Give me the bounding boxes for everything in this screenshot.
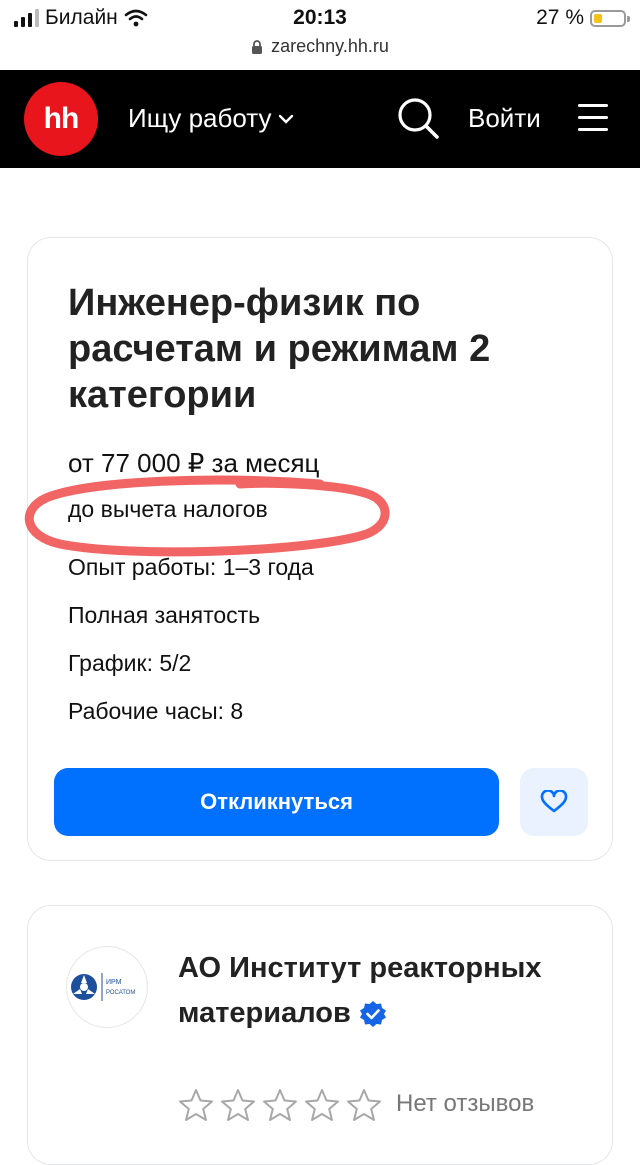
- menu-icon[interactable]: [578, 104, 608, 132]
- star-icon: [179, 1089, 213, 1121]
- job-mode-label: Ищу работу: [128, 103, 272, 133]
- company-name[interactable]: АО Институт реакторных материалов: [178, 946, 578, 1036]
- site-header: hh Ищу работу Войти: [0, 70, 640, 168]
- reviews-link[interactable]: Нет отзывов: [396, 1090, 534, 1118]
- battery-percent: 27 %: [536, 6, 584, 29]
- star-icon: [305, 1089, 339, 1121]
- star-icon: [347, 1089, 381, 1121]
- search-icon[interactable]: [396, 96, 440, 140]
- status-right: 27 %: [536, 6, 630, 30]
- url-bar[interactable]: zarechny.hh.ru: [0, 36, 640, 64]
- star-icon: [263, 1089, 297, 1121]
- battery-fill: [594, 13, 602, 23]
- url-text: zarechny.hh.ru: [271, 36, 389, 56]
- job-mode-select[interactable]: Ищу работу: [128, 103, 294, 134]
- chevron-down-icon: [278, 114, 293, 124]
- rosatom-logo: ИРМ РОСАТОМ: [71, 973, 135, 1001]
- apply-button[interactable]: Откликнуться: [54, 768, 499, 836]
- heart-icon: [540, 790, 568, 813]
- working-hours: Рабочие часы: 8: [68, 698, 244, 724]
- vacancy-title: Инженер-физик по расчетам и режимам 2 ка…: [68, 282, 491, 416]
- rating-stars: [178, 1088, 382, 1122]
- schedule: График: 5/2: [68, 650, 192, 676]
- favorite-button[interactable]: [520, 768, 588, 836]
- experience: Опыт работы: 1–3 года: [68, 554, 314, 580]
- salary: от 77 000 ₽ за месяц: [68, 448, 320, 478]
- hh-logo[interactable]: hh: [24, 82, 98, 156]
- status-bar: Билайн 20:13 27 %: [0, 0, 640, 36]
- login-link[interactable]: Войти: [468, 103, 541, 134]
- company-logo[interactable]: ИРМ РОСАТОМ: [66, 946, 148, 1028]
- employment-type: Полная занятость: [68, 602, 261, 628]
- verified-badge-icon: [359, 1001, 386, 1028]
- company-card: ИРМ РОСАТОМ АО Институт реакторных матер…: [27, 905, 613, 1165]
- battery-icon: [590, 9, 630, 27]
- star-icon: [221, 1089, 255, 1121]
- logo-text-2: РОСАТОМ: [106, 990, 135, 996]
- lock-icon: [252, 39, 263, 54]
- tax-note: до вычета налогов: [68, 496, 268, 522]
- vacancy-card: Инженер-физик по расчетам и режимам 2 ка…: [24, 237, 613, 861]
- logo-text-1: ИРМ: [106, 979, 122, 986]
